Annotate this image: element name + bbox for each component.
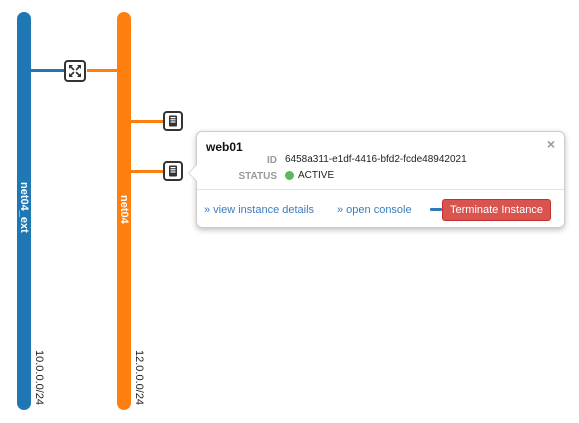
router-link-external — [31, 69, 65, 72]
instance-detail-popup: web01 × ID 6458a311-e1df-4416-bfd2-fcde4… — [188, 131, 565, 228]
instance-link-1 — [131, 120, 163, 123]
router-icon — [69, 65, 81, 77]
status-text: ACTIVE — [298, 170, 335, 181]
network-topology-canvas: net04_ext 10.0.0.0/24 net04 12.0.0.0/24 — [0, 0, 579, 423]
instance-node-1[interactable] — [163, 111, 183, 131]
router-link-internal — [87, 69, 118, 72]
instance-link-2 — [131, 170, 163, 173]
popup-divider — [197, 189, 564, 190]
server-icon — [169, 165, 177, 177]
status-dot-icon — [285, 171, 294, 180]
terminate-accent-bar — [430, 208, 442, 211]
instance-node-2[interactable] — [163, 161, 183, 181]
close-icon[interactable]: × — [547, 137, 555, 151]
network-name-net04: net04 — [118, 195, 130, 224]
server-icon — [169, 115, 177, 127]
open-console-link[interactable]: » open console — [337, 204, 412, 216]
status-value: ACTIVE — [285, 170, 334, 181]
status-label: STATUS — [238, 171, 277, 182]
popup-pointer-inner — [189, 165, 197, 181]
terminate-instance-button[interactable]: Terminate Instance — [442, 199, 551, 221]
network-cidr-net04-ext: 10.0.0.0/24 — [33, 350, 45, 406]
router-node[interactable] — [64, 60, 86, 82]
network-cidr-net04: 12.0.0.0/24 — [133, 350, 145, 406]
instance-id-value: 6458a311-e1df-4416-bfd2-fcde48942021 — [285, 154, 467, 165]
popup-title: web01 — [206, 140, 243, 154]
network-name-net04-ext: net04_ext — [18, 182, 30, 233]
id-label: ID — [267, 155, 277, 166]
view-instance-details-link[interactable]: » view instance details — [204, 204, 314, 216]
